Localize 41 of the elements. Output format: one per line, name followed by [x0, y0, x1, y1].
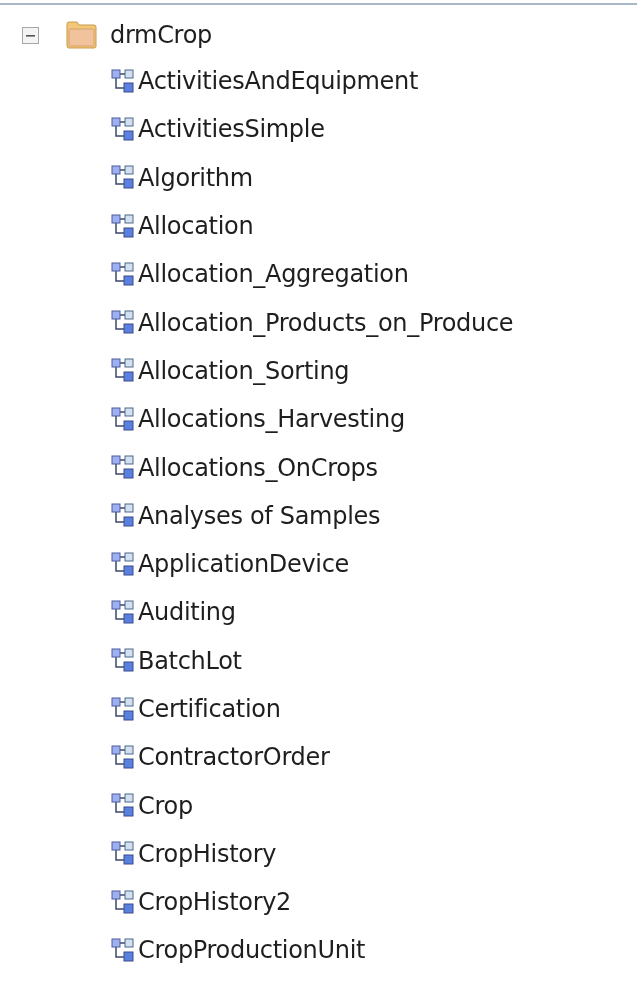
table-hierarchy-icon [111, 648, 136, 674]
table-hierarchy-icon [111, 841, 136, 867]
tree-item[interactable]: CropProductionUnit [138, 936, 366, 965]
tree-item[interactable]: Allocations_Harvesting [138, 405, 405, 434]
tree-item[interactable]: drmCrop [110, 21, 212, 49]
table-hierarchy-icon [111, 455, 136, 480]
tree-item[interactable]: Certification [138, 695, 281, 723]
table-hierarchy-icon [111, 358, 136, 384]
tree-item[interactable]: Auditing [138, 598, 236, 627]
tree-item[interactable]: Allocation_Aggregation [138, 260, 409, 289]
tree-item[interactable]: Algorithm [138, 163, 253, 192]
table-hierarchy-icon [111, 551, 136, 577]
table-hierarchy-icon [111, 310, 136, 336]
tree-item[interactable]: Allocation [138, 212, 254, 241]
folder-icon [66, 21, 97, 49]
table-hierarchy-icon [111, 261, 136, 287]
table-hierarchy-icon [111, 889, 136, 915]
tree-item[interactable]: CropHistory2 [138, 888, 292, 917]
table-hierarchy-icon [111, 116, 136, 142]
tree-item[interactable]: Allocation_Sorting [138, 356, 350, 385]
tree-item[interactable]: ApplicationDevice [138, 550, 350, 579]
tree-item[interactable]: Analyses of Samples [138, 501, 381, 530]
table-hierarchy-icon [111, 213, 136, 239]
table-hierarchy-icon [111, 744, 136, 770]
tree-item[interactable]: CropHistory [138, 839, 277, 868]
tree-item[interactable]: ActivitiesSimple [138, 115, 325, 144]
table-hierarchy-icon [111, 165, 136, 191]
table-hierarchy-icon [111, 793, 136, 819]
tree-item[interactable]: ContractorOrder [138, 743, 330, 772]
table-hierarchy-icon [111, 68, 136, 94]
table-hierarchy-icon [111, 503, 136, 529]
table-hierarchy-icon [111, 599, 136, 625]
tree-item[interactable]: Crop [138, 791, 193, 820]
table-hierarchy-icon [111, 406, 136, 432]
table-hierarchy-icon [111, 696, 136, 722]
tree-item[interactable]: Allocations_OnCrops [138, 453, 378, 482]
tree-item[interactable]: ActivitiesAndEquipment [138, 67, 419, 96]
tree-item[interactable]: BatchLot [138, 646, 242, 675]
collapse-icon[interactable] [22, 26, 39, 44]
table-hierarchy-icon [111, 938, 136, 963]
tree-item[interactable]: Allocation_Products_on_Produce [138, 308, 514, 337]
